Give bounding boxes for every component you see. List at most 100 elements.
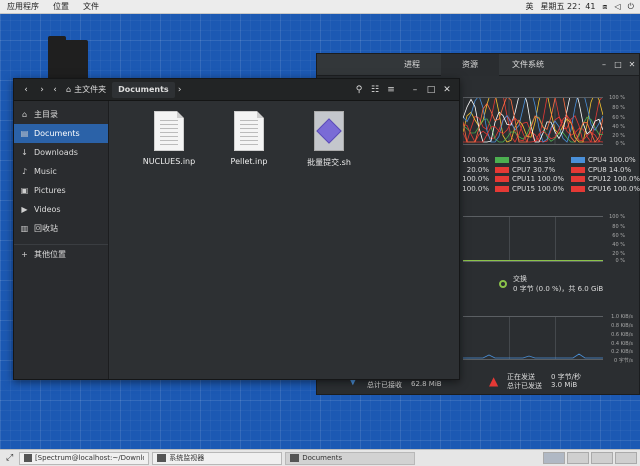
sidebar-item-6[interactable]: ▥ 回收站 <box>14 219 108 238</box>
close-button[interactable]: ✕ <box>439 82 455 98</box>
tab-processes[interactable]: 进程 <box>383 54 441 76</box>
sidebar-item-0[interactable]: ⌂ 主目录 <box>14 105 108 124</box>
file-view[interactable]: NUCLUES.inp Pellet.inp 批量提交.sh <box>110 101 459 379</box>
cpu-usage-text: CPU12 100.0% <box>588 175 640 183</box>
tab-filesystems[interactable]: 文件系统 <box>499 54 557 76</box>
breadcrumb-documents-label: Documents <box>118 85 169 94</box>
memory-history-graph: 100 % 80 % 60 % 40 % 20 % 0 % <box>463 214 625 264</box>
workspace-4[interactable] <box>615 452 637 464</box>
cpu-color-swatch[interactable] <box>495 166 509 173</box>
task-button[interactable]: Documents <box>285 451 416 465</box>
downloads-icon: ↓ <box>21 148 28 157</box>
window-icon <box>290 454 300 462</box>
network-icon[interactable]: ⧈ <box>602 2 607 12</box>
task-label: Documents <box>302 454 343 462</box>
pictures-icon: ▣ <box>20 186 29 195</box>
network-graph-svg <box>463 353 603 359</box>
sidebar-item-2[interactable]: ↓ Downloads <box>14 143 108 162</box>
close-icon: ✕ <box>443 84 451 95</box>
tab-resources[interactable]: 资源 <box>441 53 499 76</box>
workspace-2[interactable] <box>567 452 589 464</box>
sidebar-item-1[interactable]: ▤ Documents <box>14 124 108 143</box>
breadcrumb-documents[interactable]: Documents <box>112 81 175 98</box>
task-button[interactable]: 系统监视器 <box>152 451 283 465</box>
window-icon <box>24 454 32 462</box>
cpu-legend-item[interactable]: CPU15 100.0% <box>495 185 565 193</box>
sidebar-item-label: Pictures <box>34 186 66 195</box>
show-desktop-icon[interactable]: ⤢ <box>3 453 16 463</box>
file-item[interactable]: NUCLUES.inp <box>134 111 204 166</box>
cpu-legend-item[interactable]: CPU11 100.0% <box>495 175 565 183</box>
cpu-legend-item[interactable]: CPU7 30.7% <box>495 166 565 174</box>
menu-applications[interactable]: 应用程序 <box>0 1 46 12</box>
total-sent-label: 总计已发送 <box>507 382 542 390</box>
sidebar-item-4[interactable]: ▣ Pictures <box>14 181 108 200</box>
cpu-color-swatch[interactable] <box>571 176 585 182</box>
task-button[interactable]: [Spectrum@localhost:~/Downloads] <box>19 451 150 465</box>
workspace-1[interactable] <box>543 452 565 464</box>
sysmon-maximize-button[interactable]: □ <box>611 60 625 69</box>
breadcrumb-home-label: 主文件夹 <box>74 85 107 94</box>
cpu-color-swatch[interactable] <box>571 166 585 173</box>
cpu-legend-item[interactable]: CPU16 100.0% <box>571 185 640 193</box>
cpu-legend-item[interactable]: CPU4 100.0% <box>571 156 640 164</box>
menu-places[interactable]: 位置 <box>46 1 76 12</box>
menu-files[interactable]: 文件 <box>76 1 106 12</box>
cpu-color-swatch[interactable] <box>495 185 509 192</box>
cpu-axis-60: 60 % <box>612 115 625 121</box>
forward-button[interactable]: › <box>34 82 50 98</box>
cpu-legend-item[interactable]: CPU12 100.0% <box>571 175 640 183</box>
sidebar-item-7[interactable]: + 其他位置 <box>14 244 108 263</box>
sysmon-close-button[interactable]: ✕ <box>625 60 639 69</box>
mem-axis-20: 20 % <box>612 251 625 257</box>
volume-icon[interactable]: ◁ <box>615 2 621 11</box>
mem-axis-100: 100 % <box>609 214 625 220</box>
power-icon[interactable]: ⏻ <box>628 2 634 12</box>
cpu-row: 100.0% CPU3 33.3% CPU4 100.0% <box>457 156 640 164</box>
file-item[interactable]: Pellet.inp <box>214 111 284 166</box>
cpu-row: 100.0% CPU15 100.0% CPU16 100.0% <box>457 185 640 193</box>
cpu-usage-text: CPU15 100.0% <box>512 184 565 193</box>
workspace-3[interactable] <box>591 452 613 464</box>
script-file-icon <box>314 111 344 151</box>
search-icon: ⚲ <box>355 84 363 95</box>
cpu-axis-100: 100 % <box>609 95 625 101</box>
network-receive-line <box>463 353 603 359</box>
file-item[interactable]: 批量提交.sh <box>294 111 364 168</box>
cpu-legend-item[interactable]: CPU3 33.3% <box>495 156 565 164</box>
mem-axis-0: 0 % <box>615 258 625 264</box>
sidebar-item-label: 主目录 <box>34 110 58 119</box>
sidebar-item-3[interactable]: ♪ Music <box>14 162 108 181</box>
text-file-icon <box>154 111 184 151</box>
view-toggle-button[interactable]: ☷ <box>367 82 383 98</box>
path-scroll-left-button[interactable]: ‹ <box>50 82 60 98</box>
swap-color-swatch[interactable] <box>499 280 507 288</box>
maximize-button[interactable]: □ <box>423 82 439 98</box>
menu-button[interactable]: ≡ <box>383 82 399 98</box>
breadcrumb-home[interactable]: ⌂ 主文件夹 <box>60 82 112 98</box>
cpu-usage-text: CPU7 30.7% <box>512 165 556 174</box>
search-button[interactable]: ⚲ <box>351 82 367 98</box>
path-scroll-right-button[interactable]: › <box>175 82 185 98</box>
minimize-icon: – <box>412 84 418 95</box>
cpu-color-swatch[interactable] <box>571 185 585 192</box>
back-button[interactable]: ‹ <box>18 82 34 98</box>
sidebar-item-label: Videos <box>34 205 61 214</box>
text-lines <box>160 120 178 146</box>
cpu-row: 100.0% CPU11 100.0% CPU12 100.0% <box>457 175 640 183</box>
cpu-legend-item: 100.0% <box>457 185 489 193</box>
minimize-button[interactable]: – <box>407 82 423 98</box>
cpu-graph-svg <box>463 98 603 144</box>
sidebar-item-5[interactable]: ▶ Videos <box>14 200 108 219</box>
cpu-legend-item[interactable]: CPU8 14.0% <box>571 166 640 174</box>
cpu-color-swatch[interactable] <box>495 176 509 182</box>
sysmon-minimize-button[interactable]: – <box>597 60 611 69</box>
cpu-color-swatch[interactable] <box>571 157 585 163</box>
file-manager-window: ‹ › ‹ ⌂ 主文件夹 Documents › ⚲ ☷ ≡ – □ ✕ ⌂ 主目… <box>13 78 460 380</box>
file-name: Pellet.inp <box>230 157 268 166</box>
input-method-indicator[interactable]: 英 <box>526 1 534 12</box>
network-history-graph: 1.0 KiB/s 0.8 KiB/s 0.6 KiB/s 0.4 KiB/s … <box>463 314 633 364</box>
clock[interactable]: 星期五 22：41 <box>541 1 596 12</box>
file-manager-headerbar: ‹ › ‹ ⌂ 主文件夹 Documents › ⚲ ☷ ≡ – □ ✕ <box>14 79 459 101</box>
cpu-color-swatch[interactable] <box>495 157 509 163</box>
